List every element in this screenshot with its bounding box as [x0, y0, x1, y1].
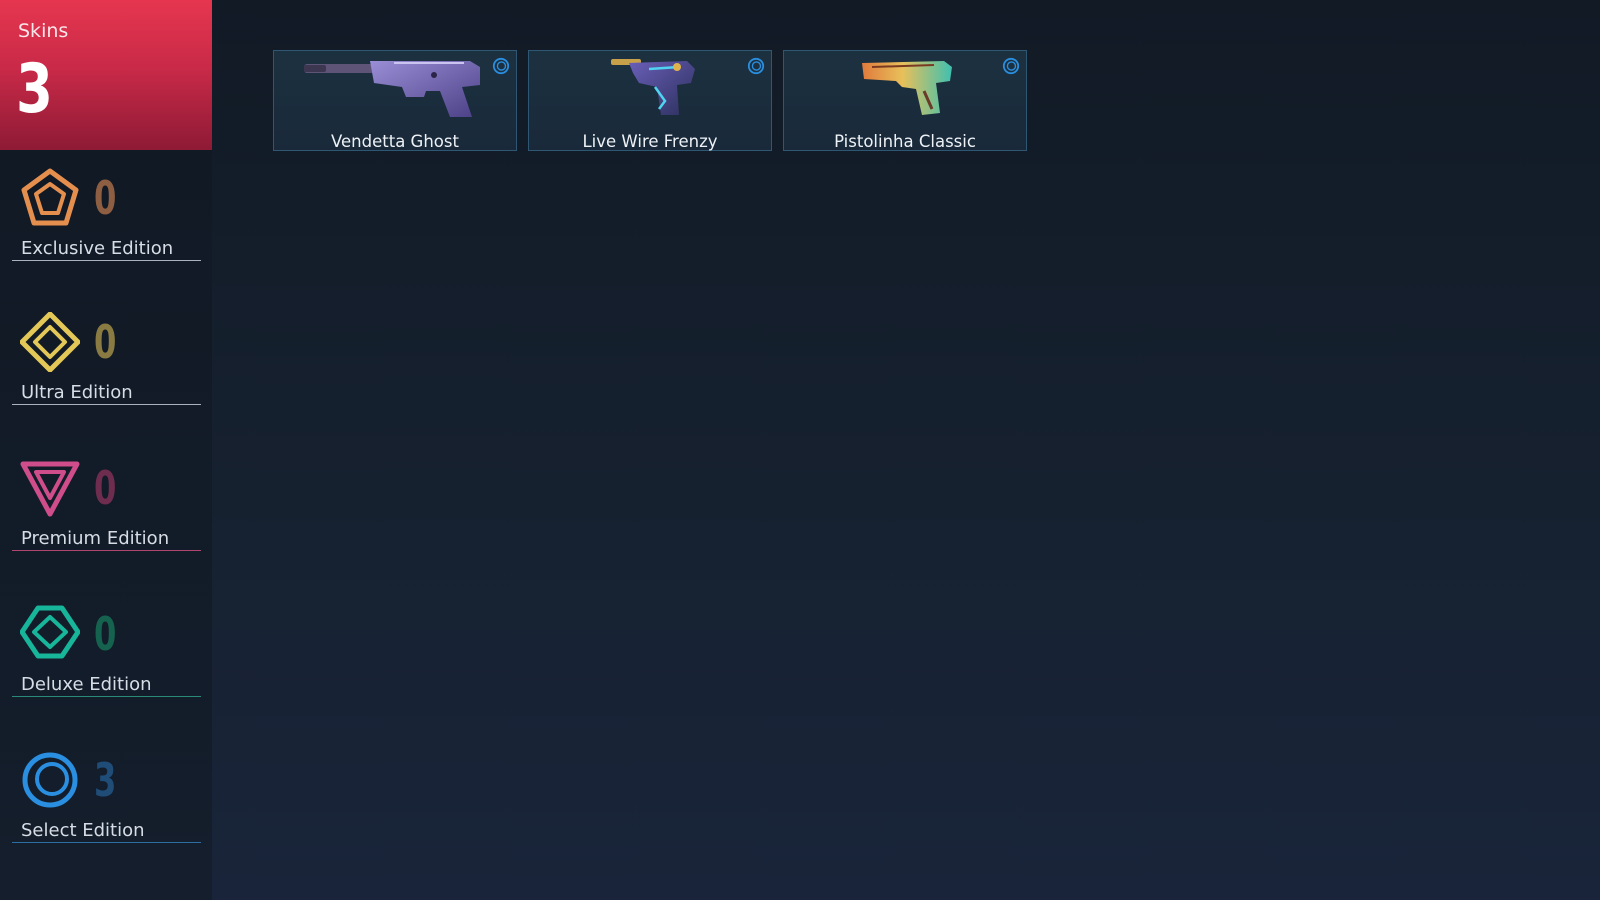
skin-name: Vendetta Ghost — [331, 132, 459, 151]
edition-name: Exclusive Edition — [21, 238, 174, 259]
edition-count: 0 — [94, 461, 117, 515]
edition-count: 0 — [94, 315, 117, 369]
edition-name: Deluxe Edition — [21, 674, 152, 695]
select-edition-icon — [1002, 57, 1020, 75]
edition-divider — [12, 696, 201, 697]
select-edition-icon — [747, 57, 765, 75]
edition-name: Select Edition — [21, 820, 145, 841]
skins-screen: Skins 3 0 Exclusive Edition 0 Ultra Edit… — [0, 0, 1600, 900]
deluxe-edition-icon — [20, 605, 80, 659]
edition-deluxe[interactable]: 0 Deluxe Edition — [12, 604, 201, 700]
edition-select[interactable]: 3 Select Edition — [12, 750, 201, 846]
edition-count: 3 — [94, 753, 117, 807]
skin-card-vendetta-ghost[interactable]: Vendetta Ghost — [273, 50, 517, 151]
edition-exclusive[interactable]: 0 Exclusive Edition — [12, 168, 201, 264]
live-wire-frenzy-image — [611, 59, 695, 115]
ultra-edition-icon — [20, 312, 80, 372]
edition-divider — [12, 260, 201, 261]
edition-sidebar: Skins 3 0 Exclusive Edition 0 Ultra Edit… — [0, 0, 212, 900]
edition-ultra[interactable]: 0 Ultra Edition — [12, 312, 201, 408]
skins-label: Skins — [18, 20, 69, 42]
premium-edition-icon — [20, 461, 80, 517]
edition-count: 0 — [94, 607, 117, 661]
select-edition-icon — [22, 752, 78, 808]
exclusive-edition-icon — [21, 168, 79, 226]
skin-name: Pistolinha Classic — [834, 132, 976, 151]
skin-card-pistolinha-classic[interactable]: Pistolinha Classic — [783, 50, 1027, 151]
skins-total-card[interactable]: Skins 3 — [0, 0, 212, 150]
skins-total-count: 3 — [16, 50, 53, 129]
skin-name: Live Wire Frenzy — [582, 132, 718, 151]
skin-card-live-wire-frenzy[interactable]: Live Wire Frenzy — [528, 50, 772, 151]
edition-divider — [12, 550, 201, 551]
edition-divider — [12, 404, 201, 405]
pistolinha-classic-image — [862, 61, 952, 115]
edition-premium[interactable]: 0 Premium Edition — [12, 458, 201, 554]
edition-count: 0 — [94, 171, 117, 225]
select-edition-icon — [492, 57, 510, 75]
vendetta-ghost-image — [304, 61, 480, 117]
edition-name: Premium Edition — [21, 528, 170, 549]
edition-name: Ultra Edition — [21, 382, 133, 403]
edition-divider — [12, 842, 201, 843]
